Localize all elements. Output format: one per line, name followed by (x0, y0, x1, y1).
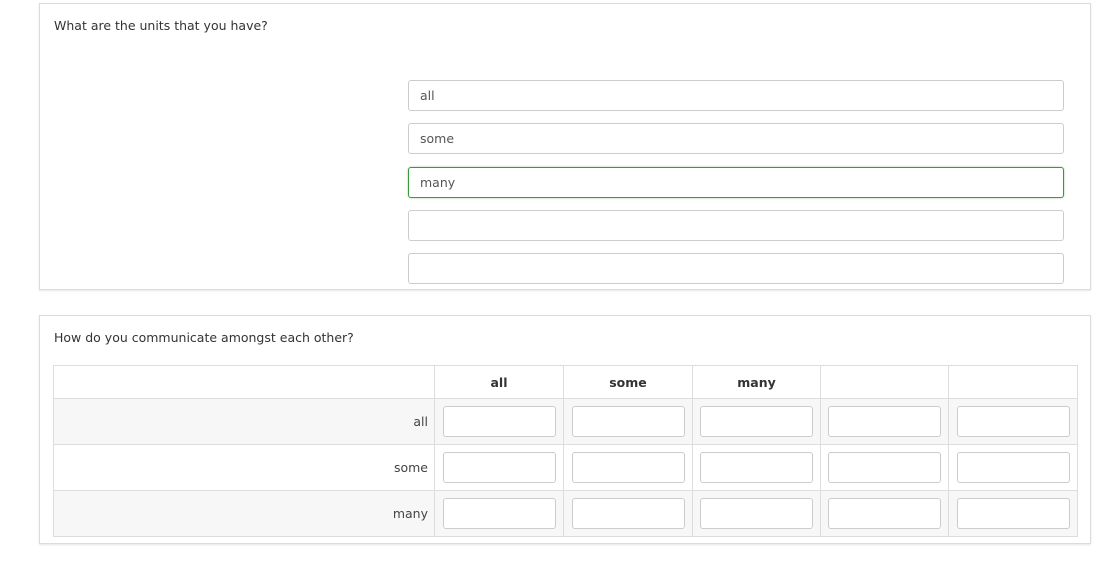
matrix-corner-cell (53, 365, 435, 399)
matrix-cell-input[interactable] (828, 452, 941, 483)
matrix-cell-input[interactable] (700, 452, 813, 483)
matrix-row: all (53, 398, 1078, 445)
column-header: all (434, 365, 564, 399)
question-panel-communication: How do you communicate amongst each othe… (39, 315, 1091, 544)
column-header: many (692, 365, 821, 399)
matrix-cell-input[interactable] (956, 452, 1070, 483)
row-label: some (53, 444, 435, 491)
column-header: some (563, 365, 693, 399)
unit-input-2[interactable] (408, 123, 1064, 154)
unit-input-5[interactable] (408, 253, 1064, 284)
matrix-cell-input[interactable] (700, 498, 813, 529)
communication-matrix: all some many all some many (53, 365, 1078, 537)
matrix-cell-input[interactable] (571, 498, 685, 529)
matrix-cell-input[interactable] (828, 498, 941, 529)
matrix-cell-input[interactable] (442, 406, 556, 437)
matrix-cell-input[interactable] (828, 406, 941, 437)
matrix-row: some (53, 444, 1078, 491)
row-label: all (53, 398, 435, 445)
matrix-cell-input[interactable] (700, 406, 813, 437)
matrix-cell-input[interactable] (956, 406, 1070, 437)
matrix-header-row: all some many (53, 365, 1078, 399)
matrix-cell-input[interactable] (571, 406, 685, 437)
matrix-cell-input[interactable] (442, 498, 556, 529)
unit-input-3[interactable] (408, 167, 1064, 198)
matrix-cell-input[interactable] (571, 452, 685, 483)
matrix-cell-input[interactable] (956, 498, 1070, 529)
column-header (948, 365, 1078, 399)
question-text: How do you communicate amongst each othe… (54, 330, 354, 345)
question-text: What are the units that you have? (54, 18, 268, 33)
unit-input-1[interactable] (408, 80, 1064, 111)
column-header (820, 365, 949, 399)
unit-input-4[interactable] (408, 210, 1064, 241)
question-panel-units: What are the units that you have? (39, 3, 1091, 290)
matrix-cell-input[interactable] (442, 452, 556, 483)
row-label: many (53, 490, 435, 537)
matrix-row: many (53, 490, 1078, 537)
